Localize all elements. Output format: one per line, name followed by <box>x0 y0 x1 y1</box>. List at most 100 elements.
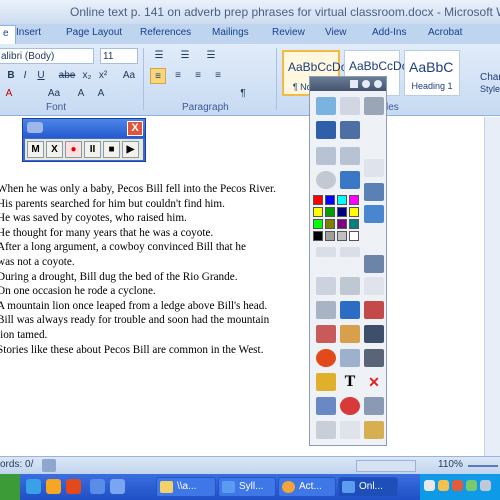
view-buttons[interactable] <box>356 460 416 472</box>
redo-icon[interactable] <box>340 421 360 439</box>
zoom-slider[interactable] <box>468 465 498 467</box>
hand-icon[interactable] <box>364 277 384 295</box>
text-tool-icon[interactable]: T <box>340 373 360 391</box>
clear-icon[interactable] <box>316 325 336 343</box>
color-swatch[interactable] <box>313 231 323 241</box>
firefox-icon[interactable] <box>46 479 61 494</box>
palette-titlebar[interactable] <box>310 77 386 91</box>
taskbar-item-syllabus[interactable]: Syll... <box>218 477 276 497</box>
tab-acrobat[interactable]: Acrobat <box>428 27 462 38</box>
play-circle-icon[interactable] <box>316 171 336 189</box>
globe-icon[interactable] <box>340 171 360 189</box>
color-swatch[interactable] <box>325 219 335 229</box>
fill-icon[interactable] <box>316 373 336 391</box>
pencil-icon[interactable] <box>316 301 336 319</box>
record-button[interactable]: ● <box>65 141 82 158</box>
flask-icon[interactable] <box>316 397 336 415</box>
align-left-button[interactable]: ≡ <box>150 68 166 84</box>
undo-icon[interactable] <box>316 421 336 439</box>
zoom-level[interactable]: 110% <box>438 459 463 470</box>
document-text[interactable]: When he was only a baby, Pecos Bill fell… <box>0 182 307 357</box>
marker-button[interactable]: M <box>27 141 44 158</box>
marker-icon[interactable] <box>340 301 360 319</box>
keyboard-icon[interactable] <box>364 255 384 273</box>
text-color-icon[interactable]: A <box>2 86 16 102</box>
color-swatch[interactable] <box>313 207 323 217</box>
taskbar-item-activity[interactable]: Act... <box>278 477 336 497</box>
pen-tool-icon[interactable] <box>316 97 336 115</box>
color-swatch[interactable] <box>325 195 335 205</box>
taskbar-item-online-text[interactable]: Onl... <box>338 477 398 497</box>
color-swatch[interactable] <box>325 207 335 217</box>
font-size-aa-button[interactable]: Aa <box>44 86 64 102</box>
start-button[interactable] <box>0 474 20 500</box>
dropper-icon[interactable] <box>340 349 360 367</box>
shrink-font-button[interactable]: A <box>94 86 108 102</box>
shapes-icon[interactable] <box>340 325 360 343</box>
palette-menu-icon[interactable] <box>350 80 358 88</box>
font-size-box[interactable]: 11 <box>100 48 138 64</box>
tab-view[interactable]: View <box>325 27 347 38</box>
tray-icon[interactable] <box>438 480 449 491</box>
quicklaunch-icon[interactable] <box>110 479 125 494</box>
color-swatch[interactable] <box>349 207 359 217</box>
color-swatch[interactable] <box>337 195 347 205</box>
tray-icon[interactable] <box>480 480 491 491</box>
bold-button[interactable]: B <box>4 68 18 84</box>
document-area[interactable]: When he was only a baby, Pecos Bill fell… <box>0 117 500 456</box>
font-name-box[interactable]: alibri (Body) <box>0 48 94 64</box>
minimize-icon[interactable] <box>362 80 370 88</box>
recorder-toolbar[interactable]: X M X ● II ■ ▶ <box>22 118 146 162</box>
change-styles-button[interactable]: Char Style <box>476 50 500 96</box>
tab-mailings[interactable]: Mailings <box>212 27 249 38</box>
strikethrough-button[interactable]: abe <box>58 68 76 84</box>
highlighter-tool-icon[interactable] <box>316 121 336 139</box>
eraser-tool-icon[interactable] <box>340 121 360 139</box>
color-swatch[interactable] <box>313 219 323 229</box>
tray-icon[interactable] <box>424 480 435 491</box>
cancel-button[interactable]: X <box>46 141 63 158</box>
tray-icon[interactable] <box>466 480 477 491</box>
show-desktop-icon[interactable] <box>90 479 105 494</box>
tab-home[interactable]: e <box>0 25 16 44</box>
align-right-button[interactable]: ≡ <box>190 68 206 84</box>
color-swatch[interactable] <box>337 207 347 217</box>
undo-page-icon[interactable] <box>316 147 336 165</box>
close-icon[interactable] <box>374 80 382 88</box>
magic-icon[interactable] <box>364 421 384 439</box>
show-formatting-button[interactable]: ¶ <box>236 86 250 102</box>
justify-button[interactable]: ≡ <box>210 68 226 84</box>
taskbar-item-folder[interactable]: \\a... <box>156 477 216 497</box>
color-swatch[interactable] <box>349 231 359 241</box>
spotlight-icon[interactable] <box>316 349 336 367</box>
browser-icon[interactable] <box>26 479 41 494</box>
pointer-icon[interactable] <box>316 277 336 295</box>
style-heading-1[interactable]: AaBbC Heading 1 <box>404 50 460 96</box>
tab-add-ins[interactable]: Add-Ins <box>372 27 406 38</box>
tab-page-layout[interactable]: Page Layout <box>66 27 122 38</box>
line-dot-selector[interactable] <box>340 247 360 257</box>
underline-button[interactable]: U <box>34 68 48 84</box>
bullets-button[interactable]: ☰ <box>150 48 168 64</box>
superscript-button[interactable]: x² <box>96 68 110 84</box>
align-center-button[interactable]: ≡ <box>170 68 186 84</box>
save-icon[interactable] <box>364 325 384 343</box>
italic-button[interactable]: I <box>18 68 32 84</box>
tools-icon[interactable] <box>340 277 360 295</box>
change-case-button[interactable]: Aa <box>120 68 138 84</box>
recorder-titlebar[interactable]: X <box>23 119 145 138</box>
app-icon[interactable] <box>66 479 81 494</box>
tab-references[interactable]: References <box>140 27 191 38</box>
copy-icon[interactable] <box>364 159 384 177</box>
word-count[interactable]: ords: 0/ <box>0 459 33 470</box>
proofing-icon[interactable] <box>42 459 56 472</box>
redo-page-icon[interactable] <box>340 147 360 165</box>
refresh-icon[interactable] <box>340 397 360 415</box>
tray-icon[interactable] <box>452 480 463 491</box>
play-button[interactable]: ▶ <box>122 141 139 158</box>
folder-icon[interactable] <box>364 183 384 201</box>
grow-font-button[interactable]: A <box>74 86 88 102</box>
color-swatch[interactable] <box>337 219 347 229</box>
stop-button[interactable]: ■ <box>103 141 120 158</box>
snowflake-icon[interactable] <box>364 205 384 223</box>
